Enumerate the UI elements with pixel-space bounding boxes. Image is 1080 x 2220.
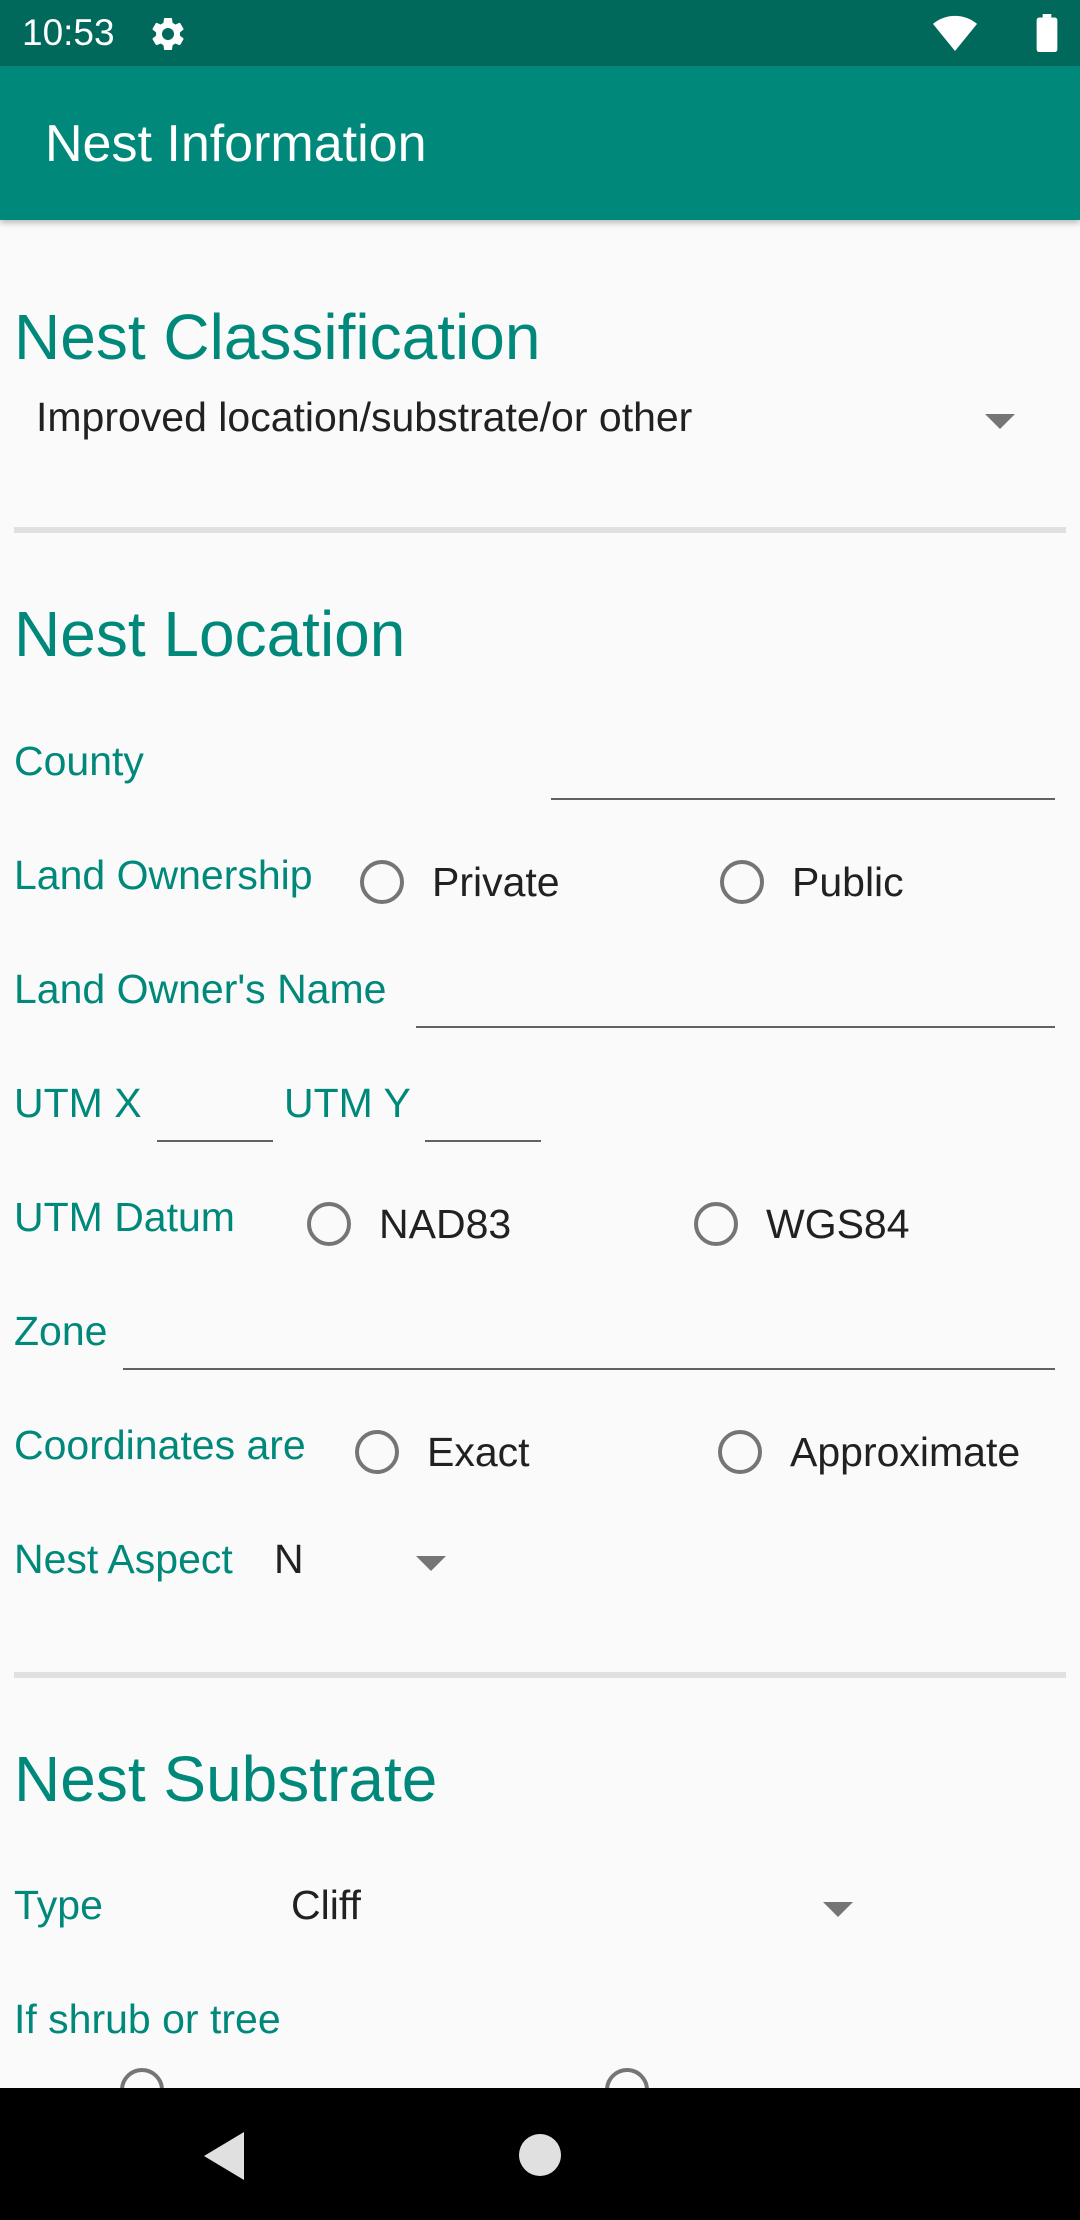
zone-label: Zone xyxy=(14,1308,108,1354)
radio-circle-icon xyxy=(307,1202,351,1246)
back-icon[interactable] xyxy=(204,2132,244,2180)
radio-circle-icon xyxy=(694,1202,738,1246)
utm-datum-label: UTM Datum xyxy=(14,1194,235,1240)
shrub-tree-label: If shrub or tree xyxy=(14,1996,281,2042)
coords-radio-approximate[interactable]: Approximate xyxy=(718,1429,1038,1490)
county-label: County xyxy=(14,738,144,784)
utm-y-label: UTM Y xyxy=(284,1080,411,1126)
classification-section-title: Nest Classification xyxy=(14,301,541,373)
utm-x-label: UTM X xyxy=(14,1080,142,1126)
settings-gear-icon xyxy=(152,17,184,50)
utm-x-input[interactable] xyxy=(157,1140,273,1142)
page-title: Nest Information xyxy=(45,115,427,173)
radio-circle-icon xyxy=(720,860,764,904)
nest-aspect-label: Nest Aspect xyxy=(14,1536,233,1582)
app-bar: Nest Information xyxy=(0,66,1080,220)
land-owner-name-label: Land Owner's Name xyxy=(14,966,387,1012)
nest-aspect-dropdown[interactable]: N xyxy=(272,1526,462,1596)
zone-input[interactable] xyxy=(123,1368,1055,1370)
section-divider xyxy=(14,527,1066,533)
ownership-radio-public[interactable]: Public xyxy=(720,859,940,920)
location-section-title: Nest Location xyxy=(14,598,406,670)
home-icon[interactable] xyxy=(519,2134,561,2176)
radio-circle-icon xyxy=(355,1430,399,1474)
county-input[interactable] xyxy=(551,798,1055,800)
battery-icon xyxy=(1036,14,1058,52)
radio-circle-icon xyxy=(718,1430,762,1474)
coords-radio-exact[interactable]: Exact xyxy=(355,1429,555,1490)
utm-y-input[interactable] xyxy=(425,1140,541,1142)
section-divider xyxy=(14,1672,1066,1678)
substrate-type-label: Type xyxy=(14,1882,103,1928)
land-owner-name-input[interactable] xyxy=(416,1026,1055,1028)
classification-dropdown[interactable]: Improved location/substrate/or other xyxy=(14,380,1054,470)
substrate-type-dropdown[interactable]: Cliff xyxy=(280,1872,880,1942)
ownership-option-public: Public xyxy=(792,859,904,905)
radio-circle-icon xyxy=(360,860,404,904)
form-content[interactable]: Nest Classification Improved location/su… xyxy=(0,220,1080,2088)
radio-circle-icon[interactable] xyxy=(120,2068,164,2088)
chevron-down-icon xyxy=(985,414,1015,429)
status-time: 10:53 xyxy=(22,12,115,53)
datum-option-wgs84: WGS84 xyxy=(766,1201,910,1247)
radio-circle-icon[interactable] xyxy=(605,2068,649,2088)
datum-radio-wgs84[interactable]: WGS84 xyxy=(694,1201,914,1262)
land-ownership-label: Land Ownership xyxy=(14,852,313,898)
chevron-down-icon xyxy=(823,1902,853,1917)
wifi-icon xyxy=(932,15,978,52)
coords-option-approximate: Approximate xyxy=(790,1429,1021,1475)
coords-option-exact: Exact xyxy=(427,1429,530,1475)
substrate-section-title: Nest Substrate xyxy=(14,1743,438,1815)
nest-aspect-value: N xyxy=(274,1536,304,1582)
chevron-down-icon xyxy=(416,1556,446,1571)
classification-selected-value: Improved location/substrate/or other xyxy=(36,394,693,440)
navigation-bar xyxy=(0,2088,1080,2220)
datum-radio-nad83[interactable]: NAD83 xyxy=(307,1201,527,1262)
coordinates-label: Coordinates are xyxy=(14,1422,306,1468)
datum-option-nad83: NAD83 xyxy=(379,1201,512,1247)
status-bar: 10:53 xyxy=(0,0,1080,66)
ownership-option-private: Private xyxy=(432,859,560,905)
ownership-radio-private[interactable]: Private xyxy=(360,859,580,920)
substrate-type-value: Cliff xyxy=(291,1882,361,1928)
